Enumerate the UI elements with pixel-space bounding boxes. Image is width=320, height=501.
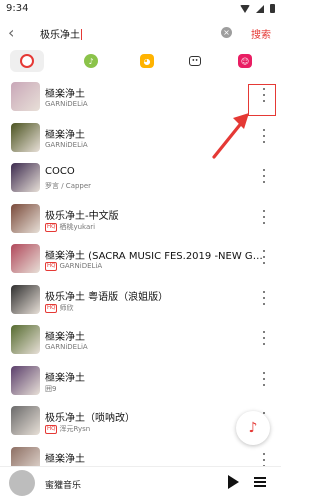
song-title: 极乐净土-中文版 (45, 210, 119, 222)
album-cover (11, 244, 40, 273)
song-artist: 浑元Rysn (59, 425, 91, 433)
player-title: 蜜獾音乐 (45, 481, 82, 491)
song-title: 極楽浄土 (45, 372, 85, 384)
song-artist: 罗言 / Capper (45, 182, 92, 190)
netease-icon (20, 54, 34, 68)
song-artist-line: 囲9 (45, 384, 56, 394)
qq-music-icon: ♪ (84, 54, 98, 68)
song-title: 極楽浄土 (45, 89, 85, 100)
more-options-icon[interactable] (260, 331, 268, 345)
playlist-icon[interactable] (254, 477, 266, 487)
wifi-icon (240, 4, 250, 13)
album-cover (11, 82, 40, 111)
song-artist: 囲9 (45, 384, 57, 393)
song-title: 极乐净土（唢呐改） (45, 413, 135, 424)
search-query: 极乐净土 (40, 30, 80, 41)
play-icon[interactable] (228, 475, 239, 489)
song-artist-line: 罗言 / Capper (45, 181, 91, 191)
text-cursor (81, 29, 82, 40)
song-row[interactable]: 極楽浄土 GARNiDELiA (0, 322, 281, 363)
song-row[interactable]: 极乐净土-中文版 HQ 栖桃yukari (0, 201, 281, 242)
search-bar: ‹ 极乐净土 × 搜索 (0, 20, 281, 48)
song-row[interactable]: 極楽浄土 GARNiDELiA (0, 79, 281, 120)
song-title: 极乐净土 粤语版（浪姐版） (45, 291, 169, 303)
song-title: 極楽浄土 (45, 332, 85, 343)
song-title: 極楽浄土 (45, 129, 85, 141)
album-cover (11, 325, 40, 354)
song-title: COCO (45, 166, 75, 177)
more-options-icon[interactable] (260, 371, 268, 386)
more-options-icon[interactable] (260, 209, 268, 224)
song-artist: 师欣 (59, 303, 74, 312)
clear-icon[interactable]: × (221, 27, 232, 38)
tab-qq-music[interactable]: ♪ (74, 50, 108, 72)
song-artist: GARNiDELiA (45, 100, 88, 108)
song-row[interactable]: 極楽浄土 GARNiDELiA (0, 120, 281, 161)
song-title: 極楽浄土 (SACRA MUSIC FES.2019 -NEW GE... (45, 251, 265, 262)
song-artist: GARNiDELiA (45, 140, 88, 149)
search-input[interactable]: 极乐净土 (40, 26, 82, 41)
song-artist-line: GARNiDELiA (45, 343, 88, 351)
song-row[interactable]: COCO 罗言 / Capper (0, 160, 281, 201)
hq-badge: HQ (45, 425, 58, 434)
status-time: 9:34 (6, 3, 29, 14)
tab-migu[interactable]: ☺ (228, 50, 262, 72)
battery-icon (270, 4, 275, 13)
song-artist-line: HQ 栖桃yukari (45, 222, 95, 232)
migu-icon: ☺ (238, 54, 252, 68)
bilibili-icon: •• (189, 56, 201, 66)
back-arrow-icon[interactable]: ‹ (8, 24, 14, 42)
song-artist-line: GARNiDELiA (45, 100, 88, 108)
more-options-icon[interactable] (260, 250, 268, 264)
song-artist: GARNiDELiA (59, 262, 103, 270)
kuwo-icon: ◕ (140, 54, 154, 68)
status-icons (240, 4, 275, 13)
tab-kuwo[interactable]: ◕ (130, 50, 164, 72)
search-button[interactable]: 搜索 (251, 26, 271, 41)
highlight-box (248, 84, 276, 116)
more-options-icon[interactable] (260, 452, 268, 467)
music-note-icon: ♪ (248, 420, 258, 436)
album-cover (11, 163, 40, 192)
hq-badge: HQ (45, 222, 58, 232)
status-bar: 9:34 (0, 0, 281, 17)
hq-badge: HQ (45, 303, 58, 313)
album-cover (11, 406, 40, 435)
hq-badge: HQ (45, 262, 58, 271)
song-artist-line: GARNiDELiA (45, 141, 88, 149)
song-row[interactable]: 極楽浄土 囲9 (0, 363, 281, 404)
song-artist-line: HQ 浑元Rysn (45, 424, 90, 434)
signal-icon (256, 4, 264, 13)
avatar[interactable] (9, 470, 35, 496)
album-cover (11, 203, 40, 233)
song-artist: 栖桃yukari (59, 222, 96, 231)
more-options-icon[interactable] (260, 169, 268, 183)
song-row[interactable]: 極楽浄土 (SACRA MUSIC FES.2019 -NEW GE... HQ G… (0, 241, 281, 282)
album-cover (11, 122, 40, 152)
tab-netease[interactable] (10, 50, 44, 72)
more-options-icon[interactable] (260, 128, 268, 143)
tab-bilibili[interactable]: •• (178, 50, 212, 72)
song-title: 極楽浄土 (45, 453, 85, 465)
song-artist: GARNiDELiA (45, 343, 88, 351)
song-row[interactable]: 极乐净土 粤语版（浪姐版） HQ 师欣 (0, 282, 281, 323)
album-cover (11, 365, 40, 395)
player-bar[interactable]: 蜜獾音乐 (0, 466, 281, 501)
album-cover (11, 284, 40, 314)
music-note-button[interactable]: ♪ (236, 411, 270, 445)
song-artist-line: HQ 师欣 (45, 303, 73, 313)
source-tabs: ♪ ◕ •• ☺ (0, 48, 281, 74)
more-options-icon[interactable] (260, 290, 268, 305)
song-artist-line: HQ GARNiDELiA (45, 262, 102, 271)
